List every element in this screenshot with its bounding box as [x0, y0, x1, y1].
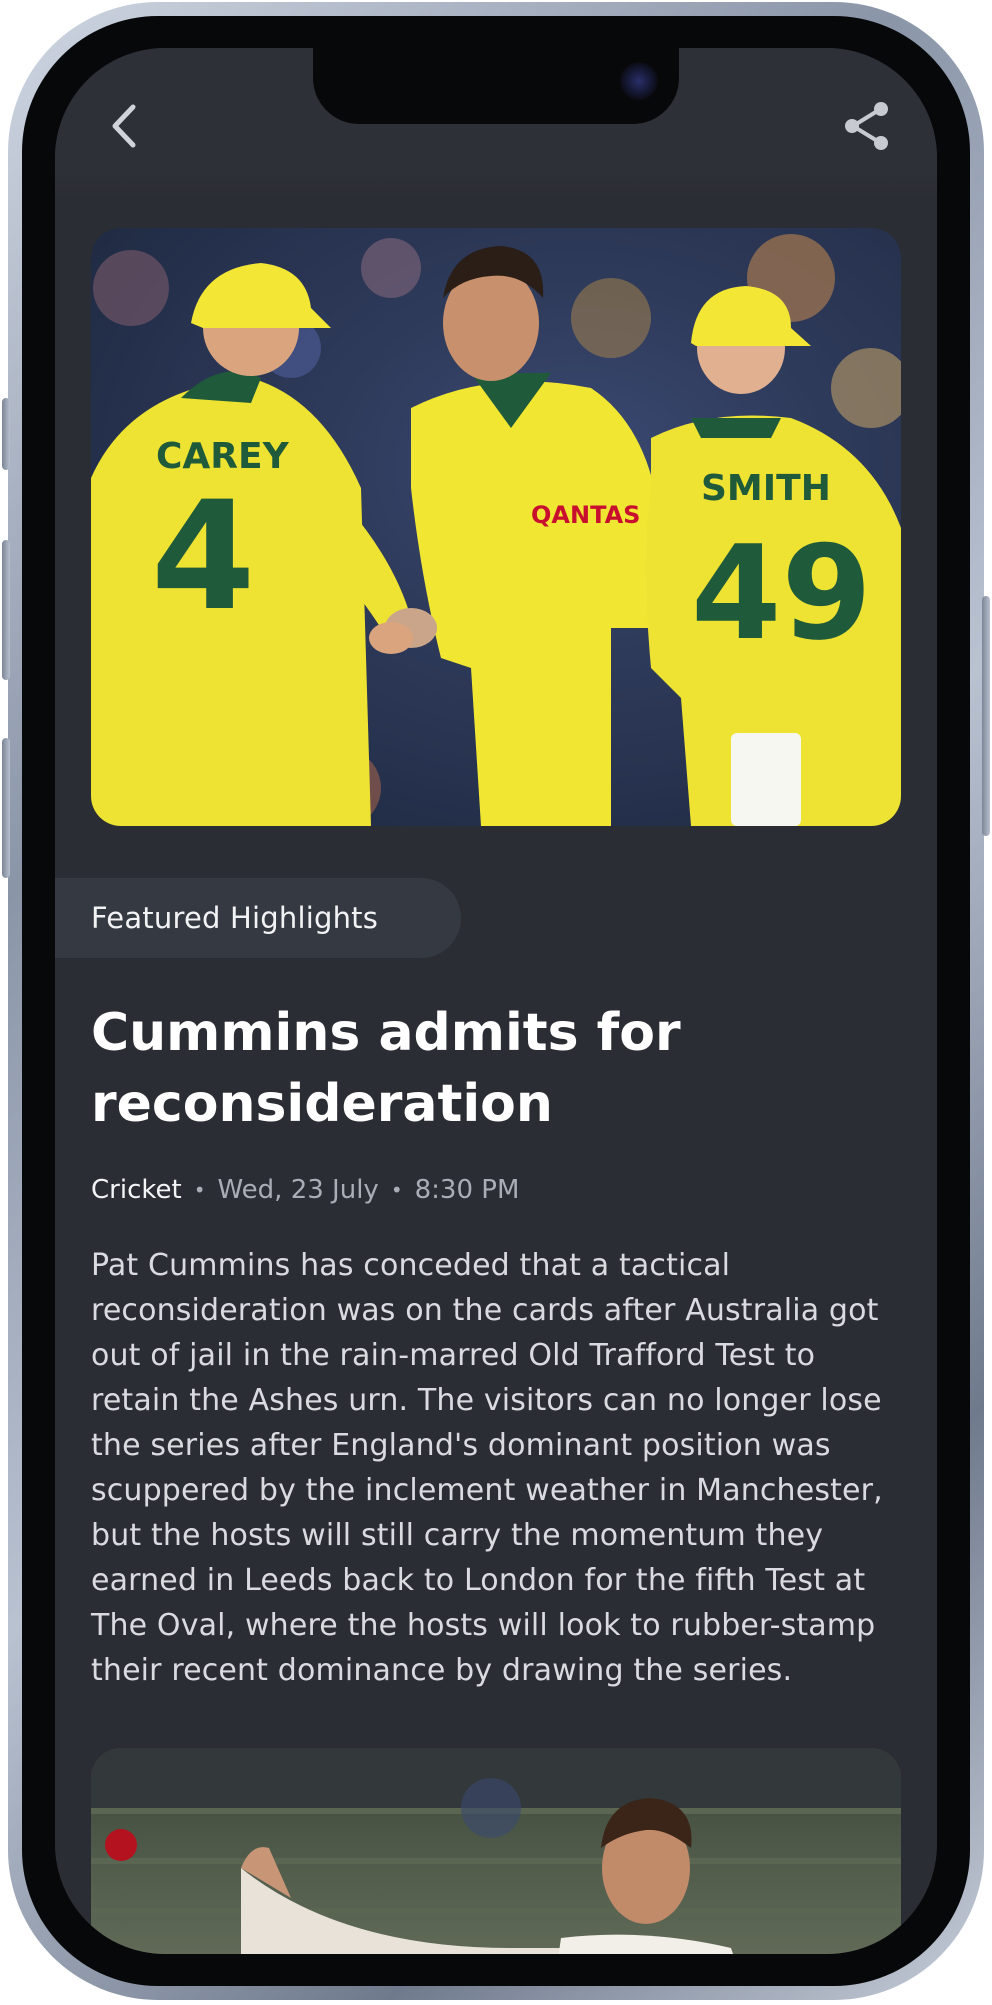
action-button	[2, 398, 10, 470]
article-category[interactable]: Cricket	[91, 1175, 182, 1205]
category-tag-label: Featured Highlights	[91, 901, 379, 935]
article-date: Wed, 23 July	[217, 1175, 379, 1205]
jersey-number-right: 49	[691, 517, 872, 669]
article-meta: Cricket • Wed, 23 July • 8:30 PM	[91, 1175, 519, 1205]
jersey-name-right: SMITH	[701, 468, 831, 509]
volume-down-button	[2, 738, 10, 878]
bowler-illustration	[91, 1748, 901, 1954]
top-bar-shadow	[55, 174, 937, 202]
hero-image: CAREY 4 QANTAS SMITH 49	[91, 228, 901, 826]
secondary-image	[91, 1748, 901, 1954]
volume-up-button	[2, 540, 10, 680]
jersey-number-left: 4	[151, 470, 255, 644]
sponsor-logo: QANTAS	[531, 501, 640, 529]
category-tag[interactable]: Featured Highlights	[55, 878, 461, 958]
app-screen: CAREY 4 QANTAS SMITH 49 Featured Highlig…	[55, 48, 937, 1954]
share-button[interactable]	[837, 96, 897, 156]
power-button	[982, 596, 990, 836]
article-time: 8:30 PM	[414, 1175, 520, 1205]
phone-device: CAREY 4 QANTAS SMITH 49 Featured Highlig…	[0, 0, 992, 2005]
dynamic-notch	[313, 48, 679, 124]
share-icon	[845, 102, 888, 150]
cricket-players-illustration: CAREY 4 QANTAS SMITH 49	[91, 234, 901, 826]
back-button[interactable]	[95, 96, 155, 156]
meta-separator: •	[390, 1178, 403, 1202]
front-camera	[620, 62, 658, 100]
article-title: Cummins admits for reconsideration	[91, 1003, 681, 1134]
chevron-left-icon	[112, 104, 136, 148]
article-body: Pat Cummins has conceded that a tactical…	[91, 1248, 883, 1688]
meta-separator: •	[193, 1178, 206, 1202]
